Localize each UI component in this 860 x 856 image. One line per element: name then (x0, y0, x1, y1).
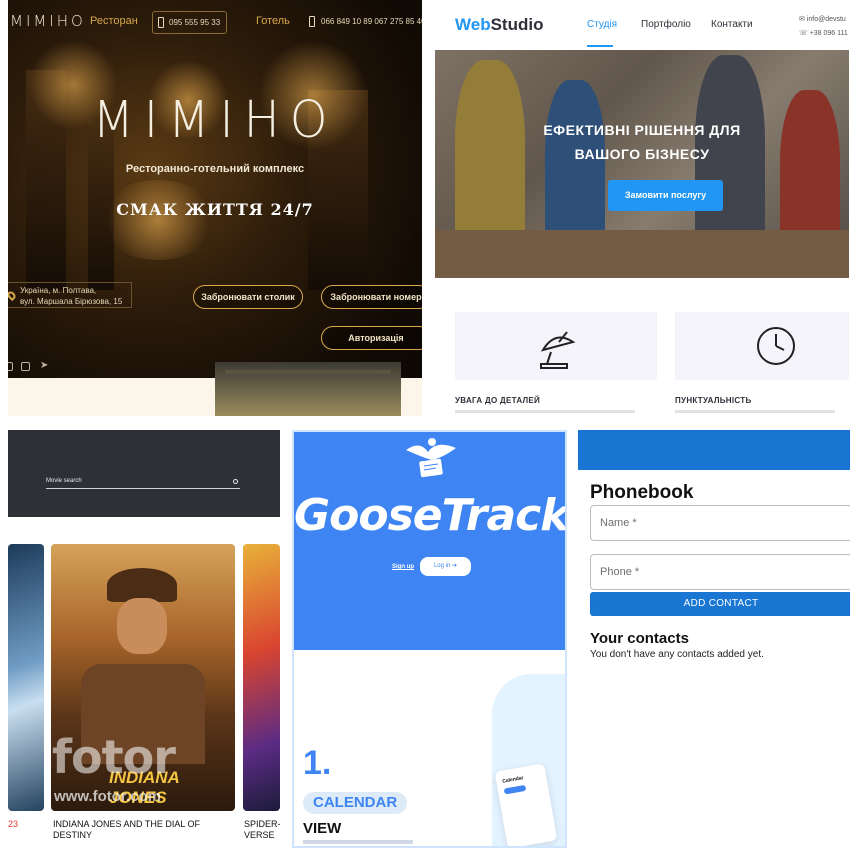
goosetrack-screenshot: GooseTrack Sign up Log in ➔ Calendar 1. … (292, 430, 567, 848)
active-nav-underline (587, 45, 613, 47)
calendar-badge: CALENDAR (303, 792, 408, 814)
goosetrack-title: GooseTrack (294, 490, 567, 541)
mockup-label: Calendar (501, 775, 525, 785)
logo-web-part: Web (455, 15, 491, 34)
hero-title-line-1: ЕФЕКТИВНІ РІШЕННЯ ДЛЯ (543, 122, 741, 138)
satellite-dish-icon (540, 331, 576, 369)
hotel-phone-numbers: 066 849 10 89 067 275 85 40 (321, 17, 422, 26)
movie-title-right[interactable]: SPIDER- VERSE (244, 819, 280, 841)
feature-description-details (455, 410, 635, 413)
mimiho-section-photo (215, 362, 401, 416)
movie-title-right-line-1: SPIDER- (244, 819, 280, 829)
phonebook-title: Phonebook (590, 482, 694, 503)
nav-contacts-link[interactable]: Контакти (711, 19, 753, 30)
movie-title-left[interactable]: 23 (8, 819, 18, 830)
sign-up-link[interactable]: Sign up (392, 564, 414, 570)
mimiho-nav-logo[interactable]: MIMIHO (10, 12, 86, 30)
empty-contacts-message: You don't have any contacts added yet. (590, 649, 764, 660)
nav-restaurant-link[interactable]: Ресторан (90, 15, 138, 27)
name-input[interactable]: Name * (590, 505, 850, 541)
email-link[interactable]: ✉ info@devstu (799, 15, 846, 23)
movie-search-field[interactable]: Movie search (46, 478, 240, 489)
telegram-icon[interactable]: ➤ (40, 360, 48, 371)
webstudio-logo[interactable]: WebStudio (455, 15, 543, 35)
mimiho-screenshot: MIMIHO Ресторан 095 555 95 33 Готель 066… (8, 0, 422, 416)
nav-hotel-link[interactable]: Готель (256, 15, 290, 27)
phone-input[interactable]: Phone * (590, 554, 850, 590)
feature-title-details: УВАГА ДО ДЕТАЛЕЙ (455, 396, 541, 405)
log-in-label: Log in (433, 563, 451, 569)
feature-card-details (455, 312, 657, 380)
log-in-button[interactable]: Log in ➔ (420, 557, 471, 576)
email-text: info@devstu (806, 16, 846, 23)
facebook-icon[interactable] (21, 362, 30, 371)
fotor-watermark: fotor (52, 730, 176, 784)
step-number: 1. (303, 744, 332, 782)
feature-card-punctuality (675, 312, 849, 380)
goose-logo-icon (406, 438, 456, 478)
contacts-heading: Your contacts (590, 630, 689, 647)
webstudio-screenshot: WebStudio Студія Портфоліо Контакти ✉ in… (435, 0, 849, 416)
movie-search-screenshot: Movie search INDIANA JONES fotor www.fot… (8, 430, 280, 850)
hero-title-line-2: ВАШОГО БІЗНЕСУ (574, 146, 710, 162)
book-table-button[interactable]: Забронювати столик (193, 285, 303, 309)
phone-text: +38 096 111 (809, 30, 848, 37)
poster-hat (107, 568, 177, 602)
mimiho-hero-logo: MIMIHO (92, 90, 338, 150)
poster-face (117, 598, 167, 654)
feature-title-punctuality: ПУНКТУАЛЬНІСТЬ (675, 396, 752, 405)
fotor-watermark-url: www.fotor.com (54, 788, 161, 805)
clock-icon (757, 327, 795, 365)
search-icon[interactable] (233, 479, 238, 484)
webstudio-hero: ЕФЕКТИВНІ РІШЕННЯ ДЛЯ ВАШОГО БІЗНЕСУ Зам… (435, 50, 849, 278)
logo-studio-part: Studio (490, 15, 544, 34)
instagram-icon[interactable] (8, 362, 13, 371)
address-line-1: Україна, м. Полтава, (20, 286, 97, 295)
movie-search-label: Movie search (46, 478, 82, 484)
restaurant-phone-number: 095 555 95 33 (169, 18, 221, 27)
nav-portfolio-link[interactable]: Портфоліо (641, 19, 691, 30)
hero-title: ЕФЕКТИВНІ РІШЕННЯ ДЛЯ ВАШОГО БІЗНЕСУ (435, 118, 849, 166)
restaurant-phone[interactable]: 095 555 95 33 (152, 11, 228, 34)
address-block: Україна, м. Полтава, вул. Маршала Бірюзо… (8, 282, 132, 308)
location-pin-icon (8, 289, 18, 302)
mockup-tab (503, 784, 527, 795)
movie-title-indiana-jones[interactable]: INDIANA JONES AND THE DIAL OF DESTINY (53, 819, 233, 841)
phonebook-screenshot: Phonebook Name * Phone * ADD CONTACT You… (578, 430, 850, 850)
view-heading: VIEW (303, 820, 342, 837)
goosetrack-hero: GooseTrack Sign up Log in ➔ (294, 432, 565, 650)
order-service-button[interactable]: Замовити послугу (608, 180, 723, 211)
movie-title-line-2: DESTINY (53, 830, 93, 840)
feature-description (303, 840, 413, 844)
phonebook-app-bar (578, 430, 850, 470)
movie-header: Movie search (8, 430, 280, 517)
nav-studio-link[interactable]: Студія (587, 19, 617, 30)
mimiho-slogan: СМАК ЖИТТЯ 24/7 (116, 200, 314, 219)
movie-poster-right[interactable] (243, 544, 280, 811)
mimiho-subtitle: Ресторанно-готельний комплекс (125, 163, 305, 175)
book-room-button[interactable]: Забронювати номер (321, 285, 422, 309)
phone-icon (158, 17, 164, 28)
address-line-2: вул. Маршала Бірюзова, 15 (20, 297, 123, 306)
movie-poster-left[interactable] (8, 544, 44, 811)
hotel-phones[interactable]: 066 849 10 89 067 275 85 40 (305, 11, 422, 34)
webstudio-header: WebStudio Студія Портфоліо Контакти ✉ in… (435, 0, 849, 50)
phone-link[interactable]: ☏ +38 096 111 (799, 29, 848, 37)
movie-title-line-1: INDIANA JONES AND THE DIAL OF (53, 819, 201, 829)
add-contact-button[interactable]: ADD CONTACT (590, 592, 850, 616)
feature-description-punctuality (675, 410, 835, 413)
log-in-icon: ➔ (452, 563, 458, 569)
auth-button[interactable]: Авторизація (321, 326, 422, 350)
background-light (98, 180, 218, 260)
mimiho-navbar: MIMIHO Ресторан 095 555 95 33 Готель 066… (8, 0, 422, 44)
movie-title-right-line-2: VERSE (244, 830, 275, 840)
phone-icon (309, 16, 315, 27)
